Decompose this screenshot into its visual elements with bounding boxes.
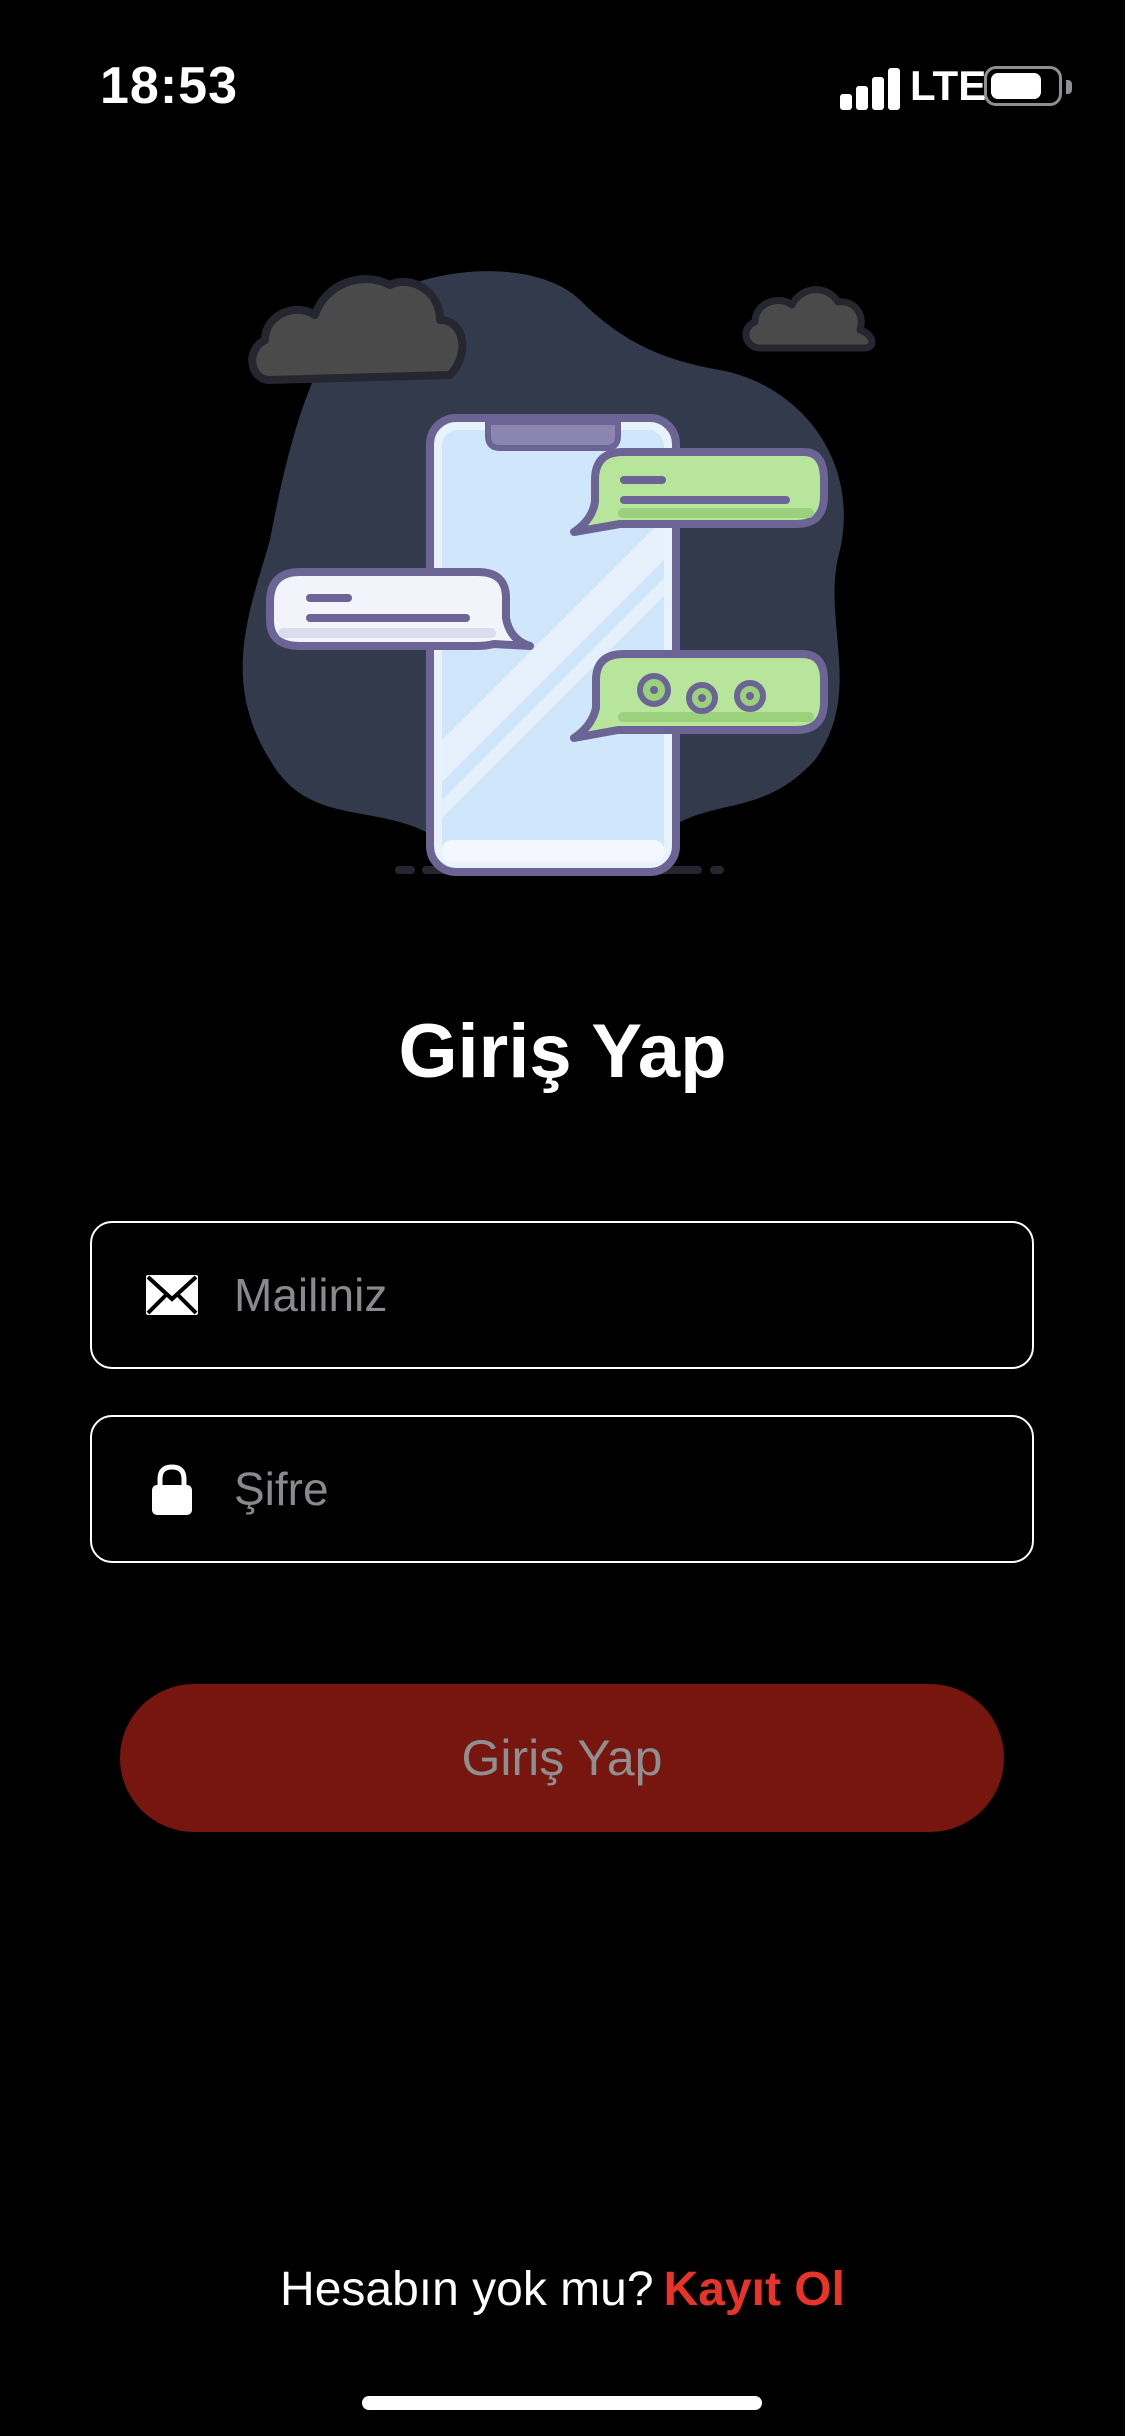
cloud-icon: [248, 275, 467, 384]
login-button[interactable]: Giriş Yap: [120, 1684, 1004, 1832]
battery-cap: [1066, 80, 1072, 94]
chat-bubble-icon: [266, 568, 534, 650]
login-screen: 18:53 LTE Giriş Yap Mailiniz Giriş Yap H…: [0, 0, 1125, 2436]
status-time: 18:53: [100, 57, 238, 115]
email-field[interactable]: [90, 1221, 1034, 1369]
status-bar: 18:53 LTE: [0, 0, 1125, 140]
password-input[interactable]: [234, 1417, 994, 1561]
battery-icon: [984, 66, 1062, 106]
signup-prompt: Hesabın yok mu? Kayıt Ol: [0, 2262, 1125, 2317]
signup-question: Hesabın yok mu?: [280, 2263, 654, 2316]
email-input[interactable]: [234, 1223, 994, 1367]
lock-icon: [152, 1464, 192, 1515]
signup-link[interactable]: Kayıt Ol: [664, 2263, 845, 2316]
chat-bubble-icon: [570, 448, 828, 536]
mail-icon: [146, 1275, 198, 1315]
chat-phone-illustration: [242, 271, 876, 876]
signal-icon: [840, 68, 900, 110]
cloud-icon: [742, 286, 876, 352]
password-field[interactable]: [90, 1415, 1034, 1563]
page-title: Giriş Yap: [398, 1009, 727, 1094]
network-type: LTE: [910, 62, 987, 109]
typing-bubble-icon: [570, 650, 828, 742]
home-indicator[interactable]: [362, 2396, 762, 2410]
